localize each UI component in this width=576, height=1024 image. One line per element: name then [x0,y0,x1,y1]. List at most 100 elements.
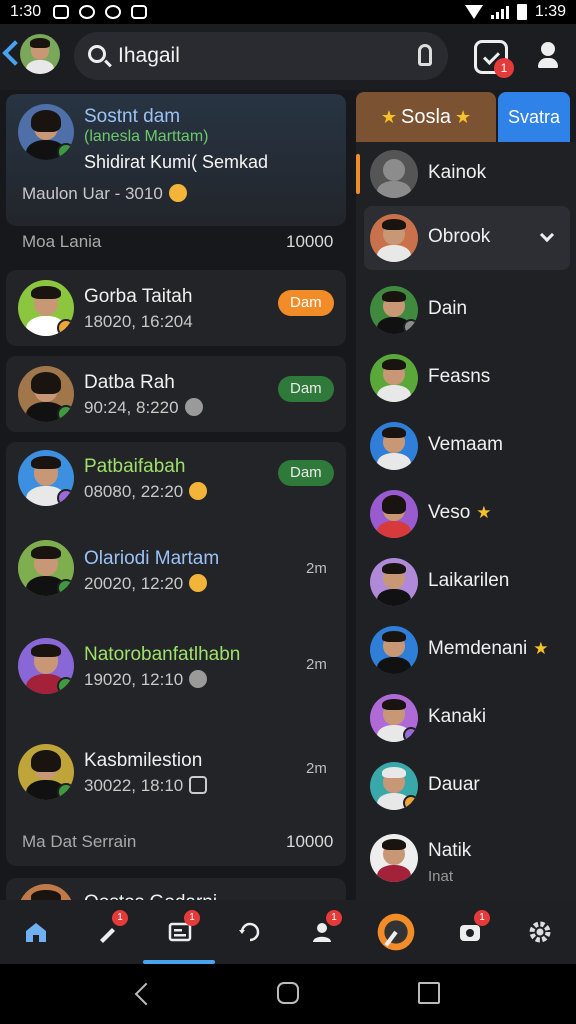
system-recents-icon[interactable] [418,982,440,1004]
status-badge: Dam [278,290,334,316]
contact-name: Natik [428,840,472,861]
contact-item[interactable]: Feasns [364,346,570,410]
chevron-down-icon[interactable] [539,227,555,243]
nav-home[interactable] [16,912,56,952]
contact-name: Obrook [428,226,491,247]
chat-time: 19020, 12:10 [84,670,208,690]
nav-pen[interactable]: 1 [88,910,128,952]
chat-item[interactable]: Oostos Godarni [6,878,346,900]
contact-item[interactable]: Veso ★ [364,482,570,546]
chat-name: Natorobanfatlhabn [84,644,241,665]
nav-contacts[interactable]: 1 [302,910,342,952]
chat-item[interactable]: Datba Rah 90:24, 8:220 Dam [6,356,346,432]
camera-emoji-icon [189,776,208,794]
nav-camera[interactable]: 1 [450,910,490,952]
contact-item[interactable]: Kainok [364,142,570,206]
status-badge: Dam [278,376,334,402]
tab-social-label: Sosla [400,105,452,128]
avatar [18,884,74,900]
avatar [18,540,74,596]
search-icon [88,45,106,63]
chat-subtitle: (lanesla Marttam) [84,128,209,145]
contact-item[interactable]: Dain [364,278,570,342]
chat-name: Datba Rah [84,372,175,393]
avatar [370,422,418,470]
emoji-icon [168,184,187,202]
contact-item[interactable]: Laikarilen [364,550,570,614]
contact-item[interactable]: Natik Inat [364,826,570,890]
avatar [370,694,418,742]
status-badge: Dam [278,460,334,486]
avatar [18,638,74,694]
chat-time: 20020, 12:20 [84,574,208,594]
tab-social[interactable]: ★ Sosla ★ [356,92,496,142]
nav-news[interactable]: 1 [160,910,200,952]
chat-time: 18020, 16:204 [84,312,193,331]
contact-item[interactable]: Dauar [364,754,570,818]
nav-settings[interactable] [520,912,560,952]
chat-list[interactable]: Sostnt dam (lanesla Marttam) Shidirat Ku… [0,90,352,900]
microphone-icon[interactable] [418,44,432,66]
notification-icon [53,5,70,19]
nav-chat[interactable] [376,912,416,952]
section-count: 10000 [286,832,334,851]
featured-chat[interactable]: Sostnt dam (lanesla Marttam) Shidirat Ku… [6,94,346,226]
star-icon: ★ [380,106,397,127]
notification-badge: 1 [494,58,514,78]
contact-item[interactable]: Vemaam [364,414,570,478]
section-label: Moa Lania [22,232,102,251]
message-status-icon [105,5,122,19]
contact-name: Dain [428,298,468,319]
avatar [370,558,418,606]
contact-item[interactable]: Memdenani ★ [364,618,570,682]
sync-icon [79,5,96,19]
avatar [370,214,418,262]
avatar [370,834,418,882]
contact-name: Memdenani ★ [428,638,549,659]
emoji-icon [189,574,208,592]
bottom-nav: 1 1 1 1 [0,900,576,964]
contacts-panel: ★ Sosla ★ Svatra Kainok Obrook Dain Feas… [356,90,576,900]
battery-text: 1:39 [534,3,566,20]
section-count: 10000 [286,232,334,251]
chat-name: Patbaifabah [84,456,186,477]
profile-avatar[interactable] [20,34,60,74]
contact-name: Kanaki [428,706,487,727]
user-icon[interactable] [532,38,566,72]
chat-item[interactable]: Gorba Taitah 18020, 16:204 Dam [6,270,346,346]
tab-secondary-label: Svatra [507,106,561,127]
nav-refresh[interactable] [230,912,270,952]
contact-status: Inat [428,868,454,885]
status-bar: 1:30 1:39 [0,0,576,24]
contact-list[interactable]: Kainok Obrook Dain Feasns Vemaam Veso ★ … [356,142,576,900]
status-time: 1:30 [10,3,42,20]
top-bar: Ihagail 1 [0,24,576,90]
avatar [370,286,418,334]
chat-meta: Maulon Uar - 3010 [22,184,187,204]
system-back-icon[interactable] [134,982,158,1006]
star-icon: ★ [455,106,472,127]
battery-icon [516,4,527,20]
star-icon: ★ [533,639,549,658]
selection-accent [356,154,360,194]
chat-name: Olariodi Martam [84,548,220,569]
search-input[interactable]: Ihagail [118,44,180,68]
search-bar[interactable]: Ihagail [74,32,448,80]
avatar [370,354,418,402]
settings-icon [529,921,551,943]
nav-badge: 1 [474,910,490,926]
avatar [18,744,74,800]
contact-item[interactable]: Kanaki [364,686,570,750]
signal-icon [490,5,509,19]
chat-name: Oostos Godarni [84,892,217,900]
system-home-icon[interactable] [277,982,299,1004]
tab-secondary[interactable]: Svatra [498,92,570,142]
chat-ago: 2m [306,760,327,777]
app-status-icon [131,5,148,19]
chat-snippet: Shidirat Kumi( Semkad [84,152,269,172]
chat-group[interactable]: Patbaifabah 08080, 22:20 Dam Olariodi Ma… [6,442,346,866]
emoji-icon [189,482,208,500]
contact-item[interactable]: Obrook [364,206,570,270]
emoji-icon [189,670,208,688]
nav-badge: 1 [326,910,342,926]
